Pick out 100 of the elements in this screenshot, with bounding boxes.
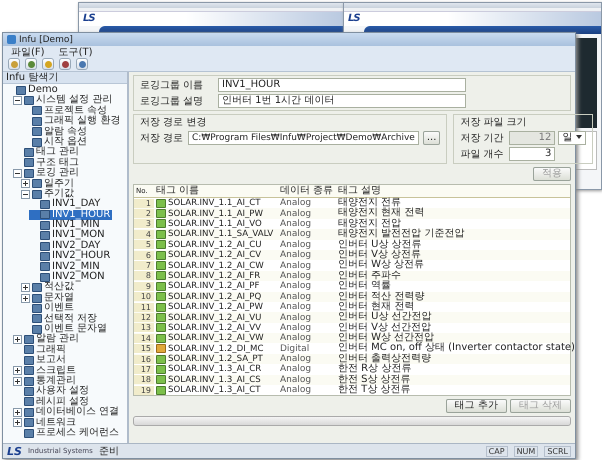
tree-item[interactable]: 적산값 [21,282,76,293]
plus-icon[interactable] [21,179,30,188]
plus-icon[interactable] [13,418,22,428]
circle-icon [78,60,86,68]
row-number: 14 [134,334,154,343]
table-cell-text: Analog [279,240,312,250]
input-field[interactable]: 인버터 1번 1시간 데이터 [218,94,466,108]
tree-item[interactable]: 문자열 [21,292,76,304]
node-icon [32,283,42,292]
row-number: 2 [134,209,154,218]
menu-item[interactable]: 도구(T) [56,44,94,58]
table-cell-text: Analog [279,250,312,260]
minus-icon[interactable] [13,96,22,106]
tree-item[interactable]: 프로세스 케어런스 [13,428,122,438]
tree-item[interactable]: INV1_DAY [29,199,102,210]
node-icon [24,418,34,428]
tree-item[interactable]: INV2_MON [29,272,107,282]
row-number: 5 [134,240,154,250]
tree-item[interactable]: 알람 속성 [21,126,90,137]
tag-name: SOLAR.INV_1.2_AI_VW [168,333,264,344]
table-cell-text: Analog [279,333,312,344]
input-field[interactable]: 3 [509,147,556,161]
status-indicator: SCRL [544,446,571,456]
node-icon [32,116,42,126]
tree-item[interactable]: INV2_HOUR [29,251,112,262]
minus-icon[interactable] [13,168,22,178]
table-cell-text: Analog [279,354,312,364]
plus-icon[interactable] [13,408,22,417]
logo: LS [348,13,360,25]
tree-item[interactable]: 통계관리 [13,376,78,386]
tree-item[interactable]: 일주기 [21,178,76,189]
node-icon [24,376,34,386]
tree-item[interactable]: 스크립트 [13,366,78,376]
tree-item[interactable]: 그래픽 실행 환경 [21,116,122,127]
table-cell-text: 인버터 출력상전력량 [337,354,432,364]
tag-name: SOLAR.INV_1.2_AI_CW [168,260,264,271]
table-cell-text: Analog [279,385,312,396]
tree-item[interactable]: 시스템 설정 관리 [13,95,114,106]
horizontal-scrollbar[interactable] [133,416,571,426]
tree-item[interactable]: 이벤트 문자열 [21,324,110,334]
input-field[interactable]: C:₩Program Files₩Infu₩Project₩Demo₩Archive [188,131,419,145]
tree-item[interactable]: 구조 태그 [13,158,82,168]
table-cell-text: 인버터 U상 선간전압 [337,312,433,322]
plus-icon[interactable] [21,294,30,302]
node-icon [40,262,50,272]
field-label: 저장 경로 [140,132,184,145]
tree-item[interactable]: 데이터베이스 연결 [13,407,122,418]
plus-icon[interactable] [13,376,22,386]
row-number: 15 [134,344,154,354]
row-number: 19 [134,386,154,395]
tree-item[interactable]: 네트워크 [13,418,78,428]
tree-item[interactable]: INV2_MIN [29,262,102,272]
tree-item[interactable]: INV1_MIN [29,220,102,230]
tree-item[interactable]: 이벤트 [21,303,76,314]
toolbar-button[interactable] [25,58,37,70]
node-icon [32,106,42,116]
table-cell-text: Analog [279,260,312,271]
node-icon [32,314,42,324]
tree-item[interactable]: 프로젝트 속성 [21,106,110,116]
tree-item[interactable]: 보고서 [13,355,68,366]
row-number: 11 [134,302,154,312]
toolbar-button[interactable] [76,58,88,70]
tree-item[interactable]: Demo [5,85,60,96]
tag-name: SOLAR.INV_1.2_AI_PW [168,302,263,312]
plus-icon[interactable] [21,283,30,292]
tag-name: SOLAR.INV_1.2_AI_CV [168,250,262,260]
input-field[interactable]: INV1_HOUR [218,78,466,92]
minus-icon[interactable] [21,190,30,199]
browse-button[interactable]: ... [422,131,440,145]
add-tag-button[interactable]: 태그 추가 [446,399,507,414]
table-cell-text: Digital [279,344,310,354]
tree-item[interactable]: 레시피 설정 [13,396,92,408]
row-number: 4 [134,230,154,239]
window-title: Infu [Demo] [19,34,73,44]
node-icon [40,231,50,240]
table-cell-text: Analog [279,229,312,240]
unit-dropdown[interactable]: 일 [558,131,586,145]
plus-icon[interactable] [13,366,22,376]
table-cell-text: Analog [279,270,312,281]
tree-item[interactable]: 주기값 [21,188,76,200]
table-cell-text: Analog [279,281,312,292]
tree-item[interactable]: 시작 옵션 [21,136,90,148]
menu-item[interactable]: 파일(F) [9,44,47,58]
tree-item[interactable]: 로깅 관리 [13,168,82,179]
toolbar-button[interactable] [59,58,71,70]
table-cell-text: 인버터 W상 선간전압 [337,333,434,344]
tree-item[interactable]: 선택적 저장 [21,314,100,324]
column-header[interactable]: 태그 이름 [154,186,278,196]
tree-item[interactable]: 알람 관리 [13,334,82,345]
tag-name: SOLAR.INV_1.2_AI_PF [168,281,260,292]
plus-icon[interactable] [13,335,22,344]
tree-item[interactable]: INV1_MON [29,230,107,241]
tree-item[interactable]: INV1_HOUR [29,210,112,220]
tree-item[interactable]: 그래픽 [13,344,68,356]
tree-item[interactable]: 사용자 설정 [13,386,92,397]
column-header[interactable]: 태그 설명 [336,186,570,196]
tree-item[interactable]: 태그 관리 [13,147,82,158]
tree-item[interactable]: INV2_DAY [29,240,102,252]
column-header[interactable]: 데이터 종류 [278,186,336,196]
tag-name: SOLAR.INV_1.2_DI_MC [168,344,264,354]
